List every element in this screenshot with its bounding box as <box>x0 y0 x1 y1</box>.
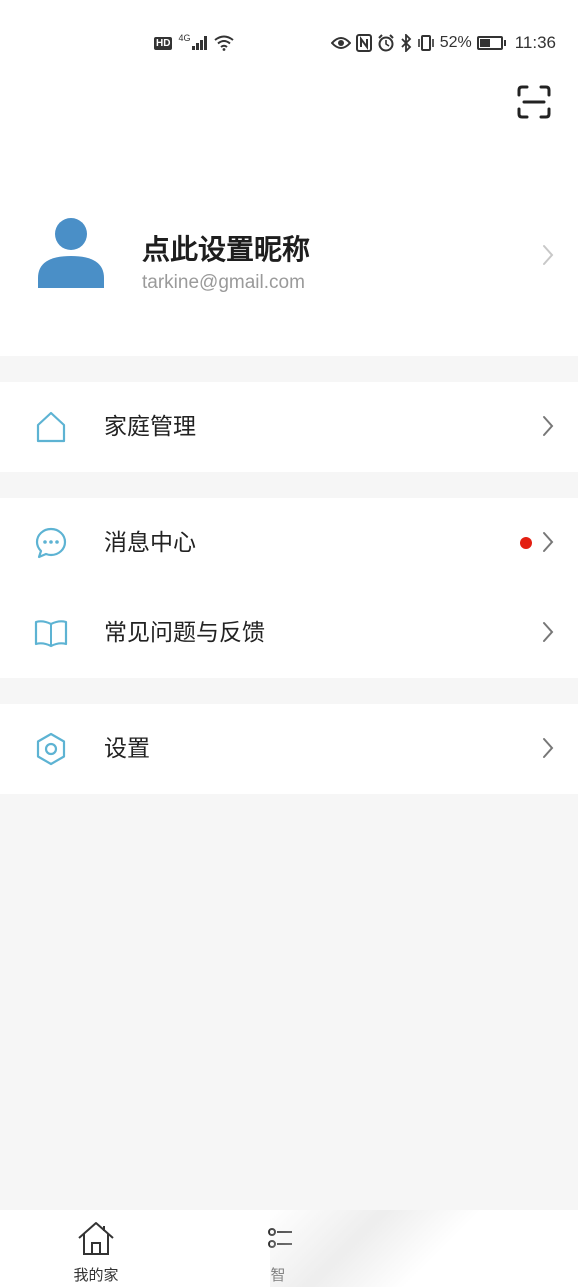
network-type: 4G <box>178 33 191 43</box>
bottom-tab-bar: 我的家 智 <box>0 1210 578 1287</box>
battery-icon <box>476 36 506 50</box>
nfc-icon <box>355 34 372 52</box>
user-email: tarkine@gmail.com <box>142 272 305 293</box>
fade-overlay <box>270 1210 578 1287</box>
menu-group-family: 家庭管理 <box>0 382 578 472</box>
chevron-right-icon <box>543 532 554 552</box>
eye-icon <box>330 37 351 49</box>
wifi-icon <box>214 35 235 51</box>
status-bar: HD 4G 52% 11:36 <box>0 0 578 70</box>
message-icon <box>35 527 67 559</box>
vibrate-icon <box>417 35 434 51</box>
chevron-right-icon <box>543 622 554 642</box>
hd-badge: HD <box>154 36 173 50</box>
clock: 11:36 <box>514 33 556 52</box>
bluetooth-icon <box>401 34 411 52</box>
profile-header: 点此设置昵称 tarkine@gmail.com <box>0 70 578 356</box>
signal-icon <box>192 36 208 50</box>
tab-label-my-home: 我的家 <box>73 1266 119 1284</box>
house-icon <box>78 1222 114 1255</box>
menu-item-faq[interactable]: 常见问题与反馈 <box>0 588 578 678</box>
menu-group-settings: 设置 <box>0 704 578 794</box>
menu-item-family[interactable]: 家庭管理 <box>0 382 578 472</box>
chevron-right-icon[interactable] <box>542 244 554 266</box>
menu-item-settings[interactable]: 设置 <box>0 704 578 794</box>
tab-my-home[interactable]: 我的家 <box>36 1210 156 1287</box>
settings-hexagon-icon <box>36 732 66 766</box>
battery-percent: 52% <box>439 34 472 51</box>
scan-icon[interactable] <box>516 84 552 120</box>
menu-label-messages: 消息中心 <box>104 530 196 556</box>
menu-label-family: 家庭管理 <box>104 414 196 440</box>
unread-dot <box>520 537 532 549</box>
menu-item-messages[interactable]: 消息中心 <box>0 498 578 588</box>
book-icon <box>34 620 68 648</box>
menu-label-settings: 设置 <box>104 736 150 762</box>
menu-group-help: 消息中心 常见问题与反馈 <box>0 498 578 678</box>
nickname[interactable]: 点此设置昵称 <box>142 228 310 268</box>
chevron-right-icon <box>543 416 554 436</box>
alarm-icon <box>377 34 394 52</box>
home-icon <box>36 411 66 443</box>
avatar[interactable] <box>38 216 104 288</box>
menu-label-faq: 常见问题与反馈 <box>104 620 265 646</box>
chevron-right-icon <box>543 738 554 758</box>
